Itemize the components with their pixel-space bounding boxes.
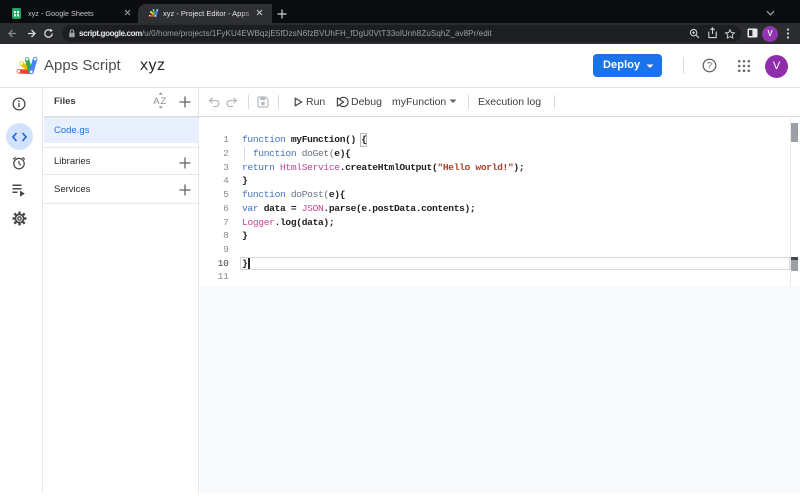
svg-text:A: A (153, 96, 160, 107)
svg-text:?: ? (707, 61, 712, 71)
svg-text:Z: Z (160, 96, 166, 107)
